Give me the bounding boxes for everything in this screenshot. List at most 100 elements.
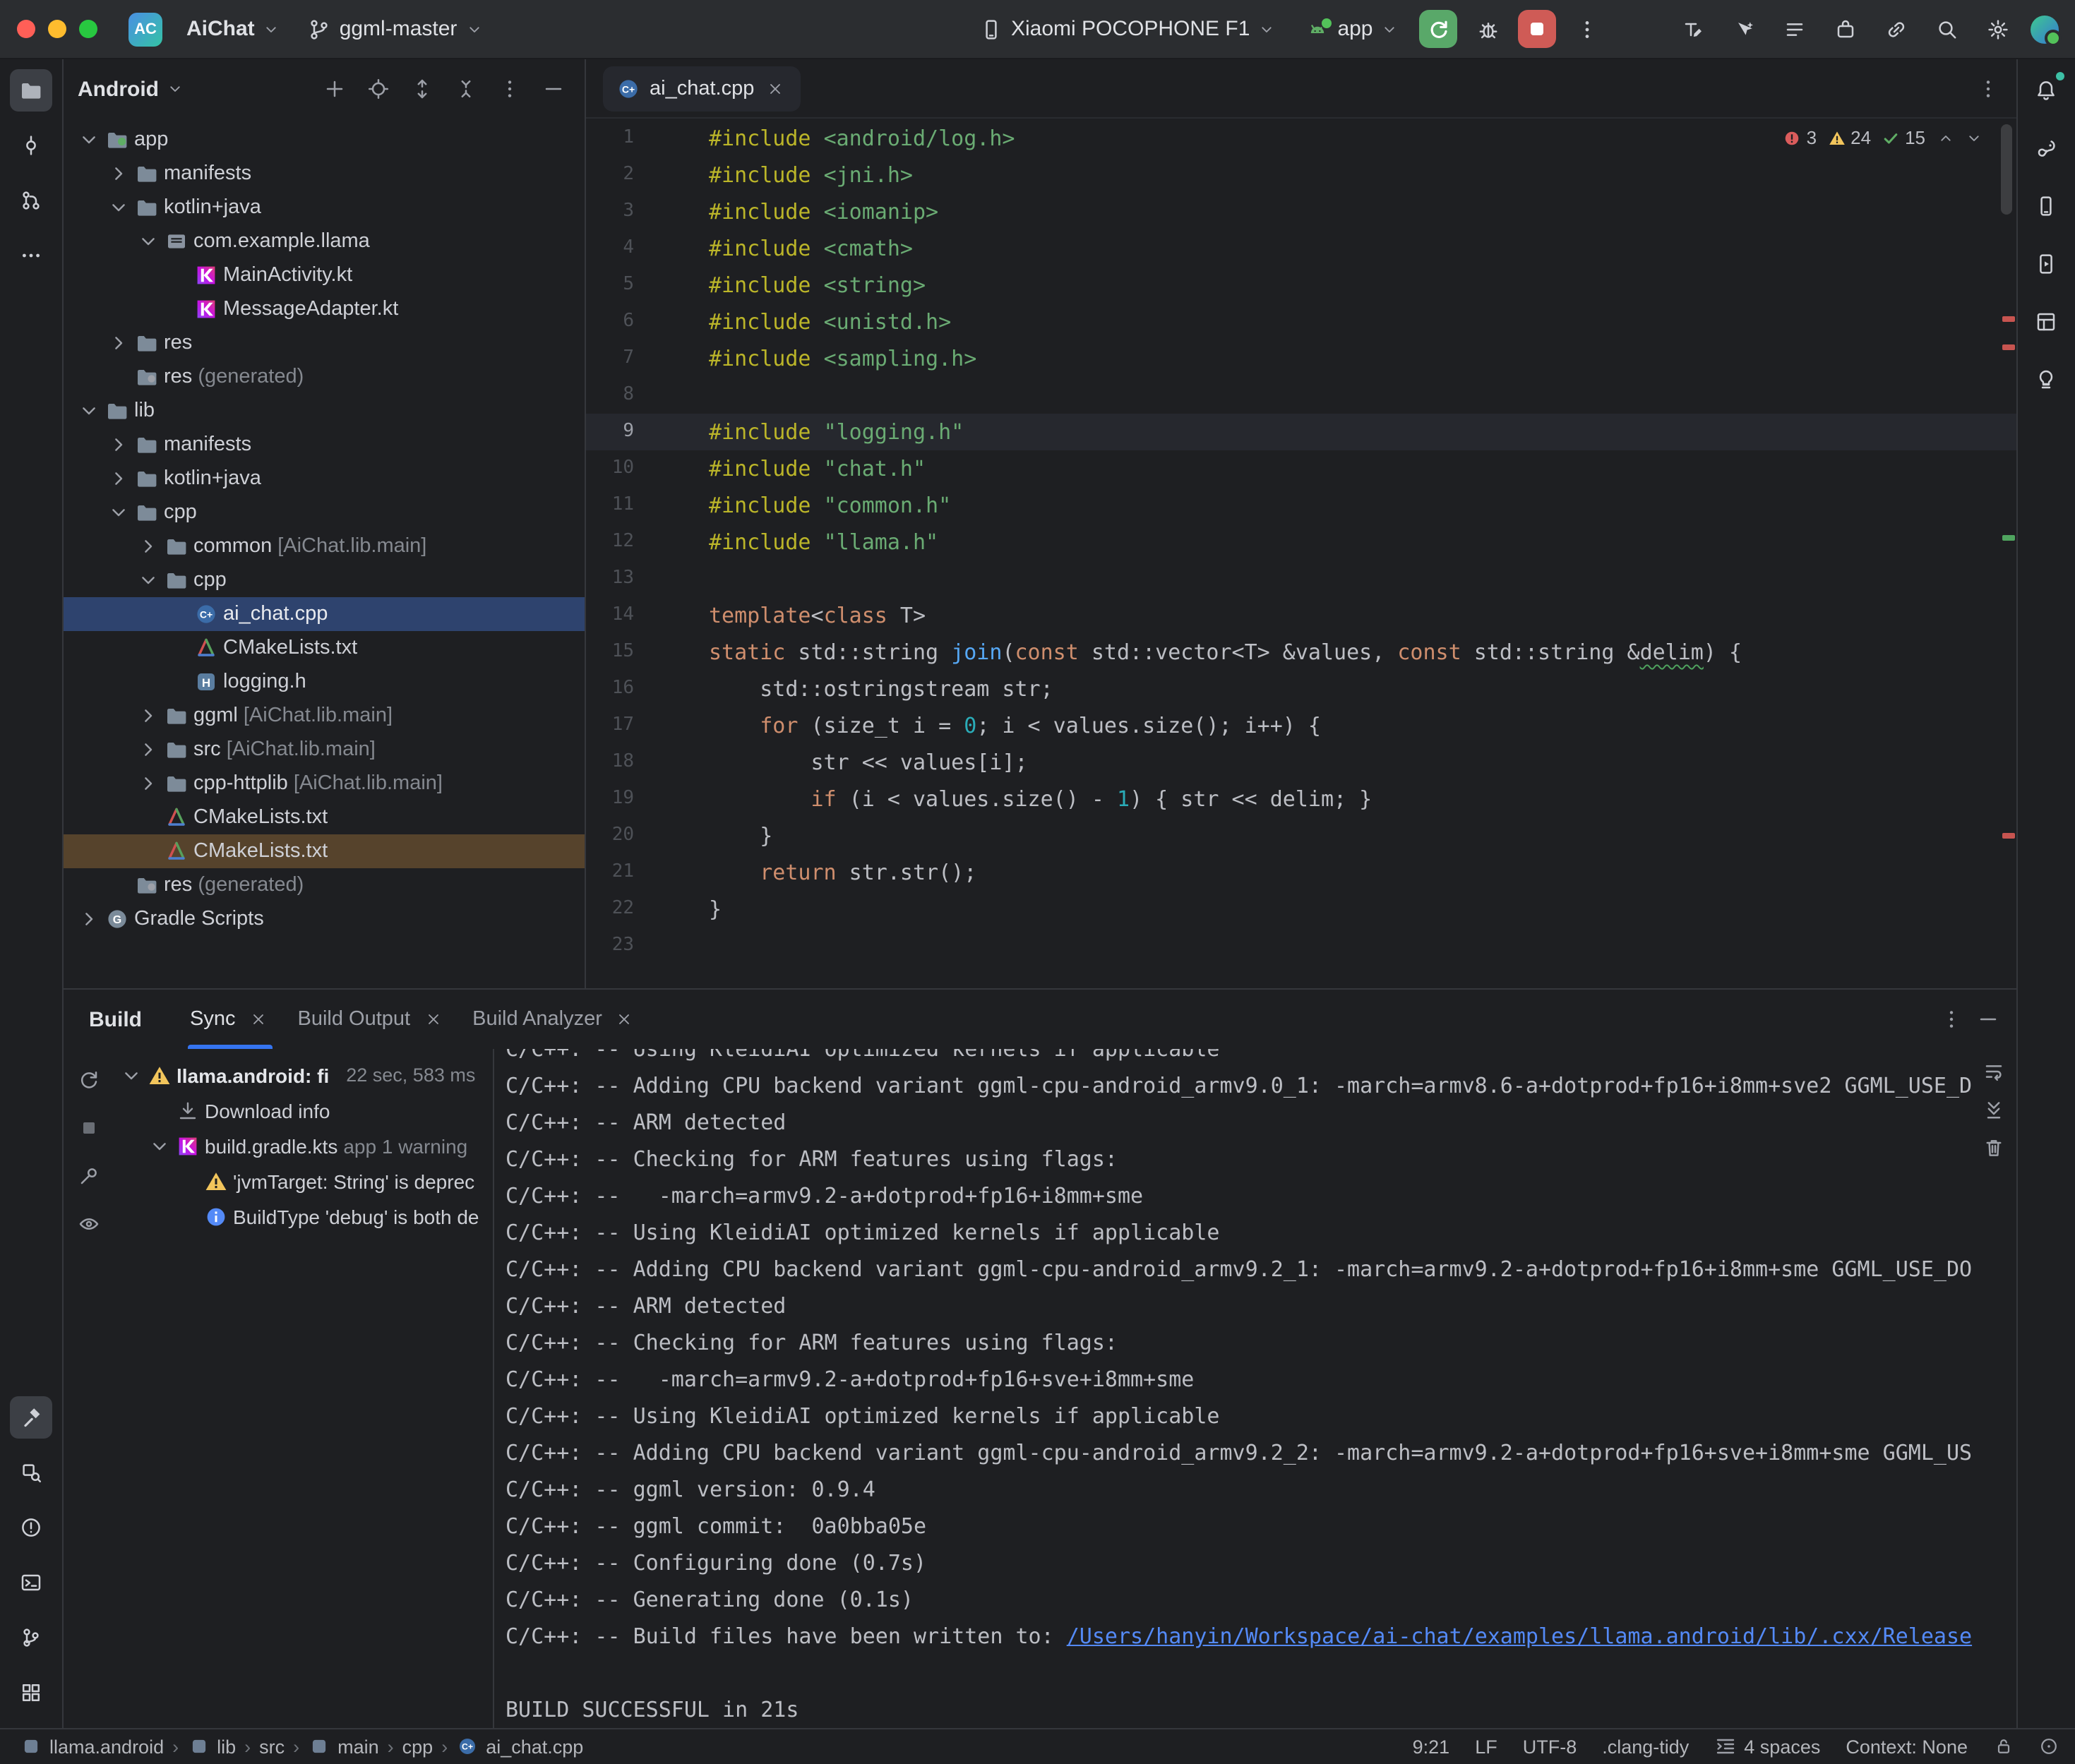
breadcrumb-item-cpp[interactable]: cpp [402, 1736, 433, 1757]
breadcrumb-item-ai-chat-cpp[interactable]: C+ai_chat.cpp [456, 1736, 583, 1757]
tree-item-gradle-scripts[interactable]: GGradle Scripts [64, 902, 585, 936]
tree-item-mainactivity-kt[interactable]: MainActivity.kt [64, 258, 585, 292]
inspections-widget[interactable]: 3 24 15 [1784, 127, 1982, 148]
locate-file-icon[interactable] [361, 72, 395, 106]
pull-requests-tool-button[interactable] [10, 179, 52, 222]
code-line[interactable]: 21 return str.str(); [586, 854, 2016, 891]
code-line[interactable]: 3#include <iomanip> [586, 193, 2016, 230]
debug-button[interactable] [1469, 10, 1507, 48]
inspection-highlight-icon[interactable] [2038, 1736, 2058, 1756]
project-tool-button[interactable] [10, 69, 52, 112]
tree-item-cmakelists-txt[interactable]: CMakeLists.txt [64, 631, 585, 665]
app-inspection-tool-button[interactable] [10, 1451, 52, 1493]
line-number[interactable]: 23 [586, 928, 648, 964]
line-number[interactable]: 17 [586, 707, 648, 744]
line-number[interactable]: 19 [586, 781, 648, 817]
run-configuration-selector[interactable]: app [1296, 10, 1408, 48]
line-number[interactable]: 21 [586, 854, 648, 891]
code-line[interactable]: 4#include <cmath> [586, 230, 2016, 267]
tree-item-res[interactable]: res [64, 326, 585, 360]
line-number[interactable]: 4 [586, 230, 648, 267]
line-number[interactable]: 14 [586, 597, 648, 634]
prev-problem-icon[interactable] [1937, 129, 1954, 146]
services-tool-button[interactable] [10, 1671, 52, 1713]
stop-sync-icon[interactable] [72, 1111, 106, 1145]
clear-console-icon[interactable] [1982, 1136, 2004, 1159]
line-number[interactable]: 1 [586, 120, 648, 157]
code-line[interactable]: 17 for (size_t i = 0; i < values.size();… [586, 707, 2016, 744]
notifications-icon[interactable] [2025, 69, 2067, 112]
close-tab-icon[interactable] [764, 77, 787, 100]
stop-app-button[interactable] [1519, 10, 1557, 48]
tree-item-ai-chat-cpp[interactable]: C+ai_chat.cpp [64, 597, 585, 631]
status-item-context-none[interactable]: Context: None [1846, 1736, 1968, 1757]
rerun-app-button[interactable] [1420, 10, 1458, 48]
line-number[interactable]: 8 [586, 377, 648, 414]
tree-item-kotlin-java[interactable]: kotlin+java [64, 191, 585, 224]
hide-build-window-icon[interactable] [1976, 1008, 1999, 1031]
error-stripe-mark[interactable] [2002, 316, 2014, 322]
line-number[interactable]: 3 [586, 193, 648, 230]
code-line[interactable]: 5#include <string> [586, 267, 2016, 304]
tree-item-app[interactable]: app [64, 123, 585, 157]
status-item-utf-8[interactable]: UTF-8 [1523, 1736, 1577, 1757]
code-line[interactable]: 18 str << values[i]; [586, 744, 2016, 781]
text-edit-icon[interactable] [1674, 10, 1712, 48]
code-line[interactable]: 11#include "common.h" [586, 487, 2016, 524]
build-window-title[interactable]: Build [89, 1007, 142, 1031]
build-tab-sync[interactable]: Sync [176, 990, 284, 1049]
build-output-path-link[interactable]: /Users/hanyin/Workspace/ai-chat/examples… [1067, 1624, 1972, 1649]
tree-item-messageadapter-kt[interactable]: MessageAdapter.kt [64, 292, 585, 326]
commit-tool-button[interactable] [10, 124, 52, 167]
code-line[interactable]: 7#include <sampling.h> [586, 340, 2016, 377]
breadcrumb-item-main[interactable]: main [308, 1736, 379, 1757]
add-icon[interactable] [318, 72, 352, 106]
tree-item-build-gradle-kts[interactable]: build.gradle.kts app 1 warning [114, 1128, 493, 1163]
terminal-tool-button[interactable] [10, 1561, 52, 1603]
scroll-to-end-icon[interactable] [1982, 1098, 2004, 1121]
code-line[interactable]: 19 if (i < values.size() - 1) { str << d… [586, 781, 2016, 817]
tree-item-buildtype-debug-is-both-de[interactable]: BuildType 'debug' is both de [114, 1199, 493, 1234]
line-number[interactable]: 16 [586, 671, 648, 707]
tree-item-jvmtarget-string-is-deprec[interactable]: 'jvmTarget: String' is deprec [114, 1163, 493, 1199]
tree-item-common[interactable]: common [AiChat.lib.main] [64, 529, 585, 563]
device-manager-icon[interactable] [2025, 185, 2067, 227]
gradle-icon[interactable] [2025, 127, 2067, 169]
status-item-clang-tidy[interactable]: .clang-tidy [1602, 1736, 1689, 1757]
version-control-tool-button[interactable] [10, 1616, 52, 1658]
pin-icon[interactable] [72, 1159, 106, 1193]
resync-icon[interactable] [72, 1063, 106, 1097]
link-icon[interactable] [1877, 10, 1915, 48]
soft-wrap-icon[interactable] [1982, 1060, 2004, 1083]
editor[interactable]: 1#include <android/log.h>2#include <jni.… [586, 119, 2016, 988]
editor-scrollbar[interactable] [2000, 124, 2011, 215]
build-tab-build-output[interactable]: Build Output [284, 990, 459, 1049]
error-stripe-mark[interactable] [2002, 833, 2014, 839]
tree-item-res[interactable]: res (generated) [64, 868, 585, 902]
close-tab-icon[interactable] [614, 1008, 636, 1031]
line-number[interactable]: 11 [586, 487, 648, 524]
line-number[interactable]: 15 [586, 634, 648, 671]
layout-inspector-icon[interactable] [2025, 301, 2067, 343]
code-line[interactable]: 13 [586, 560, 2016, 597]
build-console-pane[interactable]: C/C++: -- Using KleidiAI optimized kerne… [494, 1049, 2016, 1727]
tree-item-manifests[interactable]: manifests [64, 157, 585, 191]
tree-item-cmakelists-txt[interactable]: CMakeLists.txt [64, 800, 585, 834]
line-number[interactable]: 20 [586, 817, 648, 854]
tree-item-logging-h[interactable]: Hlogging.h [64, 665, 585, 699]
tree-item-cmakelists-txt[interactable]: CMakeLists.txt [64, 834, 585, 868]
error-stripe-mark[interactable] [2002, 344, 2014, 350]
status-item-9-21[interactable]: 9:21 [1413, 1736, 1450, 1757]
line-number[interactable]: 18 [586, 744, 648, 781]
tree-item-cpp-httplib[interactable]: cpp-httplib [AiChat.lib.main] [64, 767, 585, 800]
line-number[interactable]: 5 [586, 267, 648, 304]
line-number[interactable]: 6 [586, 304, 648, 340]
tree-item-cpp[interactable]: cpp [64, 563, 585, 597]
status-item-4-spaces[interactable]: 4 spaces [1714, 1735, 1820, 1758]
chevron-down-icon[interactable] [166, 80, 183, 97]
tree-item-lib[interactable]: lib [64, 394, 585, 428]
code-line[interactable]: 20 } [586, 817, 2016, 854]
branch-selector[interactable]: ggml-master [299, 10, 493, 48]
device-selector[interactable]: Xiaomi POCOPHONE F1 [970, 10, 1285, 48]
hide-panel-icon[interactable] [537, 72, 570, 106]
